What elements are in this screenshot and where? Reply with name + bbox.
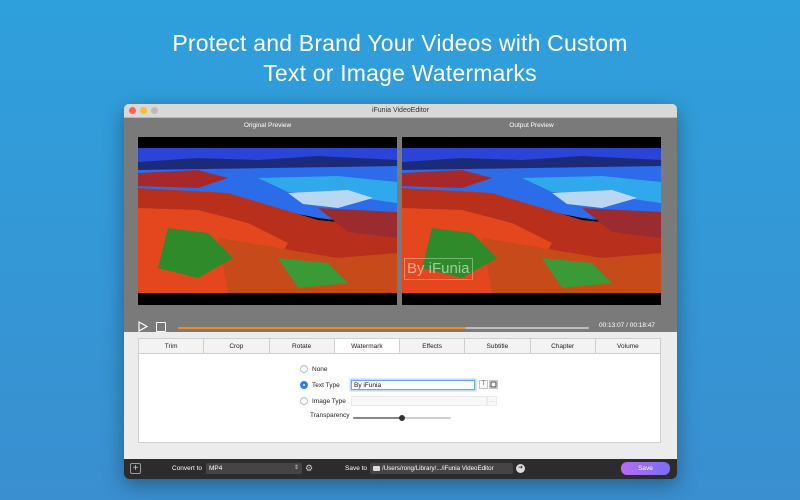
- tab-volume[interactable]: Volume: [596, 339, 660, 353]
- format-select[interactable]: MP4 ⇕: [206, 463, 302, 474]
- image-path-field[interactable]: [351, 396, 487, 406]
- transparency-slider-fill: [353, 417, 402, 419]
- watermark-text-input[interactable]: [351, 380, 475, 390]
- folder-icon: [373, 466, 380, 471]
- image-type-radio-label: Image Type: [312, 397, 346, 405]
- format-select-value: MP4: [209, 465, 223, 472]
- output-video: By iFunia: [402, 137, 661, 305]
- tab-crop[interactable]: Crop: [204, 339, 270, 353]
- original-video-frame: [138, 148, 397, 293]
- color-box-icon[interactable]: [489, 380, 498, 389]
- window-controls: [129, 107, 158, 114]
- zoom-window-button[interactable]: [151, 107, 158, 114]
- save-to-label: Save to: [345, 465, 368, 472]
- transparency-slider-knob[interactable]: [399, 415, 405, 421]
- original-video: [138, 137, 397, 305]
- window-title: iFunia VideoEditor: [371, 107, 430, 114]
- save-path-field[interactable]: /Users/rong/Library/.../iFunia VideoEdit…: [370, 463, 513, 474]
- timecode: 00:13:07 / 00:18:47: [599, 322, 656, 329]
- save-button[interactable]: Save: [621, 462, 670, 475]
- headline-line-2: Text or Image Watermarks: [263, 60, 537, 86]
- chevron-updown-icon: ⇕: [293, 465, 299, 471]
- watermark-overlay-text[interactable]: By iFunia: [404, 258, 473, 280]
- title-bar: iFunia VideoEditor: [124, 104, 677, 118]
- headline-line-1: Protect and Brand Your Videos with Custo…: [172, 30, 628, 56]
- transparency-slider[interactable]: [353, 415, 451, 421]
- tab-chapter[interactable]: Chapter: [531, 339, 596, 353]
- option-image-row[interactable]: Image Type: [300, 395, 346, 407]
- close-window-button[interactable]: [129, 107, 136, 114]
- preview-area: Original Preview Output Preview By iFuni…: [124, 118, 677, 332]
- transparency-label: Transparency: [310, 412, 350, 419]
- convert-to-label: Convert to: [172, 465, 202, 472]
- edit-tabs: Trim Crop Rotate Watermark Effects Subtitle Ch…: [139, 339, 660, 354]
- image-type-radio[interactable]: [300, 397, 308, 405]
- tab-watermark[interactable]: Watermark: [334, 339, 400, 353]
- playback-progress-slider[interactable]: [178, 327, 589, 329]
- minimize-window-button[interactable]: [140, 107, 147, 114]
- tab-subtitle[interactable]: Subtitle: [465, 339, 531, 353]
- tab-effects[interactable]: Effects: [400, 339, 466, 353]
- app-window: iFunia VideoEditor Original Preview Outp…: [124, 104, 677, 479]
- stop-icon[interactable]: [156, 322, 166, 332]
- arrow-right-icon[interactable]: ➜: [516, 464, 525, 473]
- output-preview-label: Output Preview: [509, 122, 554, 129]
- original-preview-label: Original Preview: [243, 122, 292, 129]
- edit-panel: Trim Crop Rotate Watermark Effects Subtitle Ch…: [138, 338, 661, 443]
- tab-trim[interactable]: Trim: [139, 339, 205, 353]
- plus-icon[interactable]: +: [130, 463, 141, 474]
- bottom-toolbar: + Convert to MP4 ⇕ ⚙ Save to /Users/rong…: [124, 459, 677, 479]
- text-type-radio-label: Text Type: [312, 381, 340, 389]
- gear-icon[interactable]: ⚙: [305, 463, 313, 474]
- text-format-icon[interactable]: T: [479, 380, 488, 389]
- headline: Protect and Brand Your Videos with Custo…: [0, 28, 800, 88]
- none-radio[interactable]: [300, 365, 308, 373]
- playback-progress-fill: [178, 327, 466, 329]
- tab-rotate[interactable]: Rotate: [270, 339, 335, 353]
- none-radio-label: None: [312, 365, 328, 373]
- option-none-row[interactable]: None: [300, 363, 328, 375]
- color-box-glyph: [490, 381, 497, 388]
- image-browse-button[interactable]: …: [487, 396, 497, 406]
- play-icon[interactable]: [138, 321, 148, 332]
- text-type-radio[interactable]: [300, 381, 308, 389]
- playback-bar: 00:13:07 / 00:18:47: [124, 320, 677, 334]
- option-text-row[interactable]: Text Type: [300, 379, 340, 391]
- save-path-text: /Users/rong/Library/.../iFunia VideoEdit…: [382, 465, 494, 472]
